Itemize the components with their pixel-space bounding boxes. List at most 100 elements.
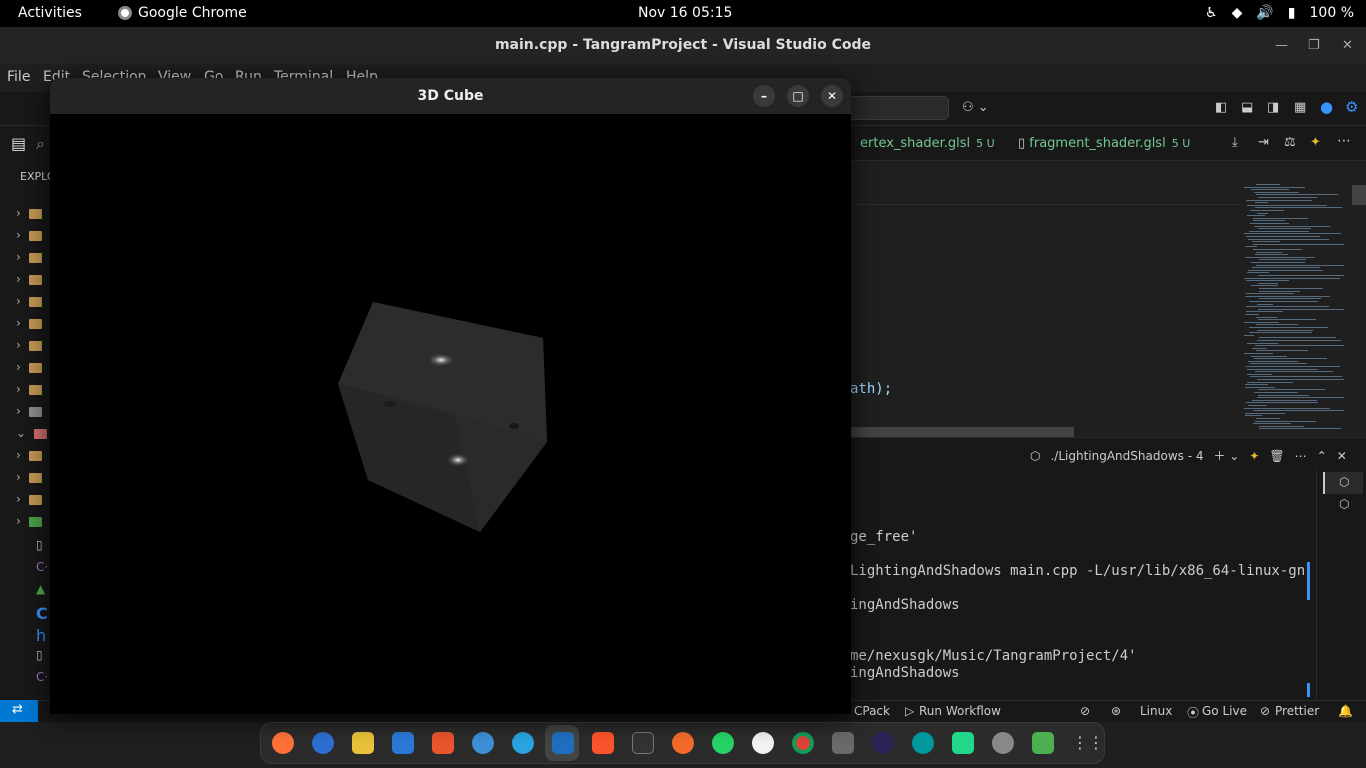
no-sync-icon[interactable]: ⊘: [1080, 704, 1090, 718]
app-icon[interactable]: [992, 732, 1014, 754]
account-icon[interactable]: ●: [1320, 98, 1333, 116]
minimap-line: [1252, 241, 1280, 243]
status-go-live[interactable]: Go Live: [1202, 704, 1247, 718]
whatsapp-icon[interactable]: [712, 732, 734, 754]
minimap-line: [1255, 254, 1288, 256]
firefox-icon[interactable]: [272, 732, 294, 754]
close-icon[interactable]: ✕: [1342, 27, 1353, 64]
run-workflow-icon[interactable]: ▷: [905, 704, 914, 718]
folder-icon: [28, 230, 42, 241]
folder-icon: [28, 340, 42, 351]
close-button[interactable]: ✕: [821, 85, 843, 107]
brave-icon[interactable]: [592, 732, 614, 754]
postman-icon[interactable]: [672, 732, 694, 754]
status-cpack[interactable]: CPack: [854, 704, 890, 718]
horizontal-scrollbar[interactable]: [850, 427, 1074, 437]
toggle-panel-icon[interactable]: ⬓: [1241, 100, 1253, 115]
more-actions-icon[interactable]: ⋯: [1337, 133, 1351, 149]
opengl-canvas[interactable]: [50, 114, 851, 714]
status-run-workflow[interactable]: Run Workflow: [919, 704, 1001, 718]
minimap-line: [1256, 251, 1282, 253]
show-apps-icon[interactable]: ⋮⋮: [1072, 732, 1104, 754]
explorer-icon[interactable]: ▤: [11, 134, 26, 153]
settings-gear-icon[interactable]: ⚙: [1345, 98, 1358, 116]
system-top-bar: Activities Google Chrome Nov 16 05:15 ♿ …: [0, 0, 1366, 27]
activities-button[interactable]: Activities: [18, 5, 82, 21]
writer-icon[interactable]: [392, 732, 414, 754]
minimap-line: [1253, 249, 1302, 250]
minimize-icon[interactable]: —: [1275, 27, 1288, 64]
battery-level: 100 %: [1309, 5, 1354, 21]
customize-layout-icon[interactable]: ▦: [1294, 100, 1306, 115]
toggle-secondary-sidebar-icon[interactable]: ◨: [1267, 100, 1279, 115]
arduino-icon[interactable]: [912, 732, 934, 754]
new-terminal-icon[interactable]: ＋ ⌄: [1213, 447, 1239, 464]
minimap-line: [1249, 301, 1318, 302]
app-menu[interactable]: Google Chrome: [118, 5, 247, 21]
status-prettier[interactable]: Prettier: [1275, 704, 1319, 718]
menu-file[interactable]: File: [7, 69, 30, 85]
editor-divider: [850, 204, 1240, 205]
chatgpt-icon[interactable]: [752, 732, 774, 754]
open-changes-icon[interactable]: ⇥: [1258, 135, 1269, 150]
minimap-line: [1251, 262, 1305, 263]
thunderbird-icon[interactable]: [312, 732, 334, 754]
minimap-line: [1246, 236, 1320, 237]
remote-indicator[interactable]: ⇄: [0, 700, 38, 722]
terminal-panel[interactable]: ge_free' LightingAndShadows main.cpp -L/…: [850, 438, 1366, 700]
notifications-icon[interactable]: 🔔: [1338, 704, 1353, 718]
tab-label: ertex_shader.glsl: [860, 136, 971, 151]
minimap-line: [1251, 285, 1278, 287]
telegram-icon[interactable]: [512, 732, 534, 754]
git-icon[interactable]: ⊛: [1111, 704, 1121, 718]
maximize-panel-icon[interactable]: ⌃: [1317, 449, 1327, 463]
terminal-tab-label[interactable]: ./LightingAndShadows - 4: [1050, 449, 1203, 463]
folder-icon: [28, 296, 42, 307]
minimap-line: [1252, 399, 1317, 401]
prettier-icon[interactable]: ⊘: [1260, 704, 1270, 718]
chrome-icon[interactable]: [792, 732, 814, 754]
more-actions-icon[interactable]: ⋯: [1295, 449, 1307, 463]
minimap-line: [1257, 340, 1341, 341]
app-center-icon[interactable]: [432, 732, 454, 754]
vertical-scrollbar[interactable]: [1352, 185, 1366, 205]
status-os[interactable]: Linux: [1140, 704, 1172, 718]
rhythmbox-icon[interactable]: [352, 732, 374, 754]
restore-icon[interactable]: ❐: [1308, 27, 1320, 64]
close-panel-icon[interactable]: ✕: [1337, 449, 1347, 463]
help-icon[interactable]: [472, 732, 494, 754]
go-live-icon[interactable]: ⦿: [1187, 704, 1199, 721]
accessibility-icon[interactable]: ♿: [1205, 5, 1218, 21]
toggle-sidebar-icon[interactable]: ◧: [1215, 100, 1227, 115]
terminal-list-item[interactable]: ⬡: [1339, 497, 1349, 511]
vscode-window-title: main.cpp - TangramProject - Visual Studi…: [494, 37, 872, 53]
minimize-button[interactable]: –: [753, 85, 775, 107]
tab-fragment-shader[interactable]: ▯ fragment_shader.glsl 5 U: [1008, 126, 1200, 161]
code-editor[interactable]: ath);: [850, 161, 1240, 437]
maximize-button[interactable]: □: [787, 85, 809, 107]
eclipse-icon[interactable]: [872, 732, 894, 754]
minimap-line: [1259, 288, 1323, 289]
specular-highlight: [446, 453, 470, 467]
clock[interactable]: Nov 16 05:15: [638, 5, 732, 21]
system-tray[interactable]: ♿ ◆ 🔊 ▮ 100 %: [1205, 5, 1354, 21]
cube-window-title-bar[interactable]: 3D Cube – □ ✕: [50, 78, 851, 114]
extension-icon[interactable]: ✦: [1310, 135, 1321, 150]
copilot-icon[interactable]: ⚇ ⌄: [962, 100, 989, 115]
trash-icon[interactable]: [1032, 732, 1054, 754]
download-icon[interactable]: ⤓: [1232, 135, 1238, 150]
tab-vertex-shader[interactable]: ertex_shader.glsl 5 U: [850, 126, 1005, 161]
minimap-line: [1245, 415, 1262, 417]
files-icon[interactable]: [832, 732, 854, 754]
compare-icon[interactable]: ⚖: [1284, 135, 1296, 150]
folder-icon: [28, 472, 42, 483]
terminal-app-icon[interactable]: [632, 732, 654, 754]
vscode-icon[interactable]: [552, 732, 574, 754]
pycharm-icon[interactable]: [952, 732, 974, 754]
minimap-line: [1257, 212, 1268, 214]
extension-icon[interactable]: ✦: [1249, 449, 1259, 463]
search-icon[interactable]: ⌕: [36, 134, 45, 154]
minimap[interactable]: [1240, 180, 1352, 440]
minimap-line: [1247, 381, 1293, 383]
kill-terminal-icon[interactable]: 🗑: [1269, 449, 1284, 463]
